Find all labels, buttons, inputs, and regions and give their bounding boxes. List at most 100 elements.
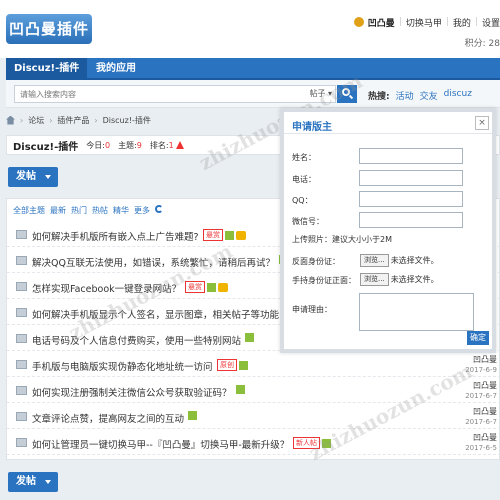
filter-digest[interactable]: 精华 [113,205,129,216]
phone-field[interactable] [359,170,463,186]
filter-all[interactable]: 全部主题 [13,205,45,216]
id-back-file-input: 浏览... 未选择文件。 [360,254,439,267]
thread-badge: 新人帖 [293,437,320,449]
thread-title[interactable]: 如何解决手机版显示个人签名，显示图章，相关帖子等功能 [32,307,279,321]
breadcrumb-plugin-products[interactable]: 插件产品 [57,115,89,126]
thread-author[interactable]: 凹凸曼 [465,355,497,365]
filter-hot[interactable]: 热门 [71,205,87,216]
thread-icon [16,360,27,369]
thread-author[interactable]: 凹凸曼 [465,381,497,391]
thread-icon [16,230,27,239]
thread-icon [16,282,27,291]
chevron-down-icon [45,175,51,179]
thread-row[interactable]: 如何让管理员一键切换马甲--『凹凸曼』切换马甲-最新升级？ 凹凸曼 2017-6-5… [7,431,500,455]
filter-hot-posts[interactable]: 热帖 [92,205,108,216]
hot-link-activity[interactable]: 活动 [396,89,414,102]
thread-row[interactable]: 文章评论点赞，提高网友之间的互动 凹凸曼 2017-6-7 [7,405,500,429]
thread-title[interactable]: 解决QQ互联无法使用，如错误，系统繁忙，请稍后再试？ [32,255,275,269]
thread-title[interactable]: 文章评论点赞，提高网友之间的互动 [32,411,184,425]
nav-tab-my-apps[interactable]: 我的应用 [88,58,144,80]
image-attachment-icon [207,282,216,292]
user-icon [353,17,364,27]
chevron-down-icon [45,480,51,484]
top-header: 凹凸曼插件 凹凸曼 | 切换马甲 | 我的 | 设置 积分: 28 [0,0,500,58]
search-input[interactable] [15,86,285,102]
wechat-field[interactable] [359,212,463,228]
image-attachment-icon [225,230,234,240]
thread-icon [16,256,27,265]
thread-date: 2017-6-9 [465,366,497,374]
confirm-button[interactable]: 确定 [467,331,489,345]
rank-up-icon [176,141,185,149]
thread-row[interactable]: 如何实现注册强制关注微信公众号获取验证码？ 凹凸曼 2017-6-7 [7,379,500,403]
search-box: 帖子 ▾ [14,85,336,103]
thread-title[interactable]: 如何让管理员一键切换马甲--『凹凸曼』切换马甲-最新升级？ [32,437,289,451]
switch-account-link[interactable]: 切换马甲 [406,16,442,29]
thread-badge: 悬赏 [203,229,223,241]
thread-meta: 凹凸曼 2017-6-7 [465,407,497,427]
name-field[interactable] [359,148,463,164]
upload-note: 上传照片：建议大小小于2M [292,235,392,244]
site-logo[interactable]: 凹凸曼插件 [6,14,92,44]
hot-link-discuz[interactable]: discuz [444,89,472,102]
main-nav: Discuz!-插件 我的应用 [6,58,500,80]
image-attachment-icon [239,360,248,370]
today-count: 今日:0 [86,140,111,150]
thread-title[interactable]: 如何实现注册强制关注微信公众号获取验证码？ [32,385,232,399]
breadcrumb-current[interactable]: Discuz!-插件 [103,115,151,126]
thread-author[interactable]: 凹凸曼 [465,407,497,417]
thread-icon [16,412,27,421]
post-button-top[interactable]: 发帖 [8,167,58,187]
reason-textarea[interactable] [359,293,474,331]
no-file-label: 未选择文件。 [390,256,439,265]
qq-field[interactable] [359,191,463,207]
thread-icon [16,334,27,343]
close-icon[interactable]: × [475,116,489,130]
thread-meta: 凹凸曼 2017-6-7 [465,381,497,401]
post-button-bottom[interactable]: 发帖 [8,472,58,492]
nav-tab-plugins[interactable]: Discuz!-插件 [6,58,88,80]
refresh-icon[interactable] [155,205,163,213]
thread-badge: 悬赏 [185,281,205,293]
image-attachment-icon [236,385,245,394]
hot-link-friends[interactable]: 交友 [420,89,438,102]
username-link[interactable]: 凹凸曼 [368,16,395,29]
wechat-label: 微信号： [292,217,324,226]
thread-badges: 原创 [215,359,248,371]
thread-filters: 全部主题 最新 热门 热帖 精华 更多 [13,205,163,216]
hot-search: 热搜: 活动 交友 discuz [368,89,472,102]
browse-button[interactable]: 浏览... [360,254,389,267]
reason-label: 申请理由： [292,305,332,314]
search-bar: 帖子 ▾ 热搜: 活动 交友 discuz [6,80,500,108]
search-scope-select[interactable]: 帖子 ▾ [309,88,332,99]
reward-icon [236,230,246,240]
thread-title[interactable]: 如何解决手机版所有嵌入点上广告难题? [32,229,199,243]
reward-icon [218,282,228,292]
points-label: 积分: 28 [464,39,500,49]
thread-row[interactable]: 手机版与电脑版实现伪静态化地址统一访问 凹凸曼 2017-6-9 原创 [7,353,500,377]
settings-link[interactable]: 设置 [482,16,500,29]
thread-title[interactable]: 手机版与电脑版实现伪静态化地址统一访问 [32,359,213,373]
no-file-label: 未选择文件。 [390,275,439,284]
thread-badges [186,411,197,421]
forum-name: Discuz!-插件 [13,141,79,153]
thread-meta: 凹凸曼 2017-6-5 [465,433,497,453]
search-button[interactable] [337,85,357,103]
my-link[interactable]: 我的 [453,16,471,29]
hot-search-label: 热搜: [368,92,390,102]
breadcrumb: › 论坛 › 插件产品 › Discuz!-插件 [6,112,151,128]
filter-latest[interactable]: 最新 [50,205,66,216]
breadcrumb-forum[interactable]: 论坛 [28,115,44,126]
dialog-title: 申请版主 [292,122,332,133]
filter-more[interactable]: 更多 [134,205,150,216]
thread-badges: 悬赏 [183,281,228,293]
qq-label: QQ： [292,196,313,205]
browse-button[interactable]: 浏览... [360,273,389,286]
thread-author[interactable]: 凹凸曼 [465,433,497,443]
phone-label: 电话： [292,175,316,184]
thread-title[interactable]: 怎样实现Facebook一键登录网站？ [32,281,181,295]
thread-title[interactable]: 电话号码及个人信息付费购买，使用一些特别网站 [32,333,241,347]
home-icon[interactable] [6,115,15,125]
thread-badges [234,385,245,395]
thread-badges [243,333,254,343]
